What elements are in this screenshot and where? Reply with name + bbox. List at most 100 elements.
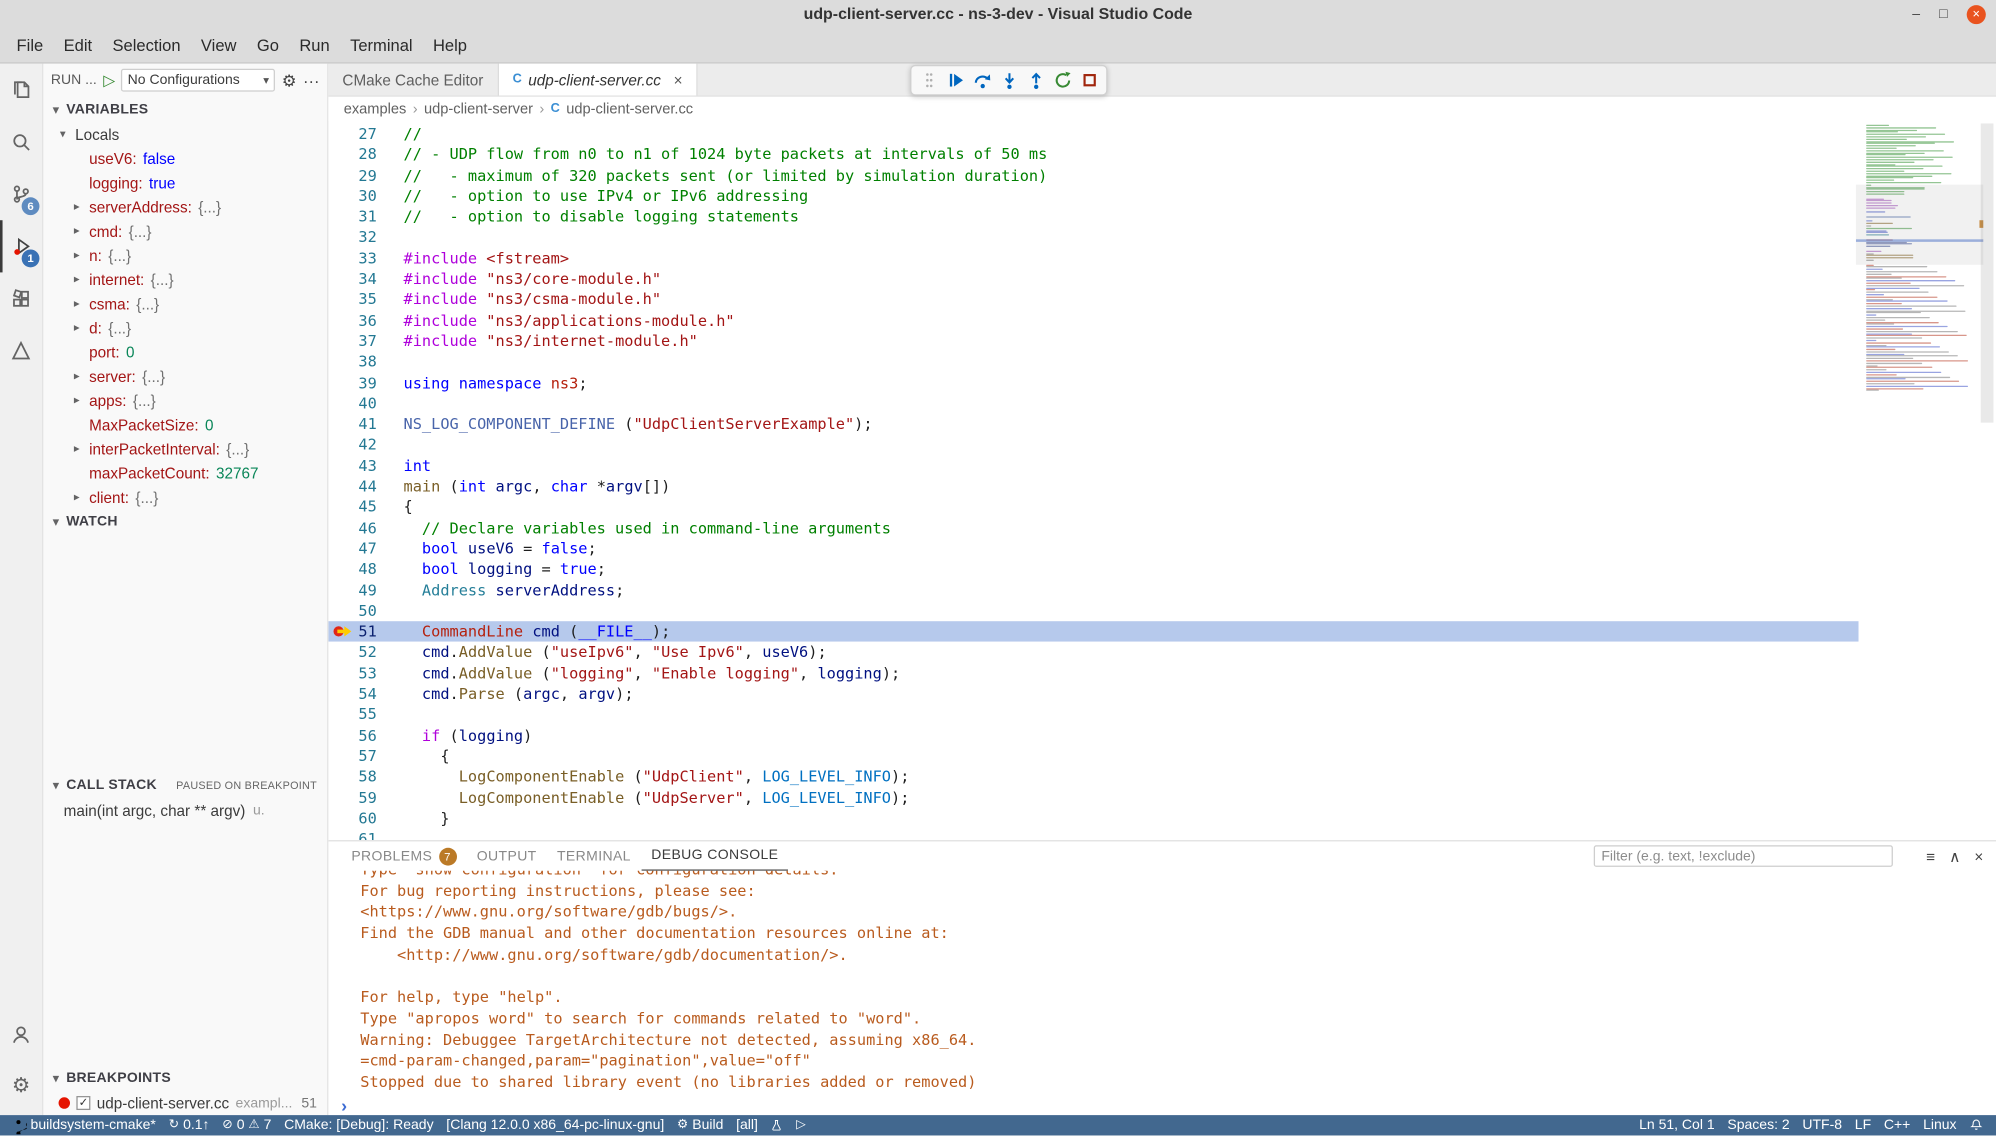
breakpoint-checkbox[interactable]: ✓ bbox=[76, 1096, 90, 1110]
code-line[interactable]: 59 LogComponentEnable ("UdpServer", LOG_… bbox=[328, 787, 1858, 808]
code-line[interactable]: 61 bbox=[328, 829, 1858, 840]
cmake-status[interactable]: CMake: [Debug]: Ready bbox=[278, 1115, 440, 1135]
code-line[interactable]: 29// - maximum of 320 packets sent (or l… bbox=[328, 165, 1858, 186]
code-line[interactable]: 38 bbox=[328, 352, 1858, 373]
tab-debug-console[interactable]: DEBUG CONSOLE bbox=[641, 841, 789, 870]
activity-source-control[interactable]: 6 bbox=[0, 168, 42, 220]
call-stack-frame[interactable]: main(int argc, char ** argv) u. bbox=[43, 798, 327, 822]
breadcrumb-item-examples[interactable]: examples bbox=[344, 101, 407, 116]
code-line[interactable]: 42 bbox=[328, 435, 1858, 456]
sync-status[interactable]: ↻ 0.1↑ bbox=[162, 1115, 216, 1135]
minimap[interactable] bbox=[1861, 121, 1978, 840]
code-line[interactable]: 53 cmd.AddValue ("logging", "Enable logg… bbox=[328, 663, 1858, 684]
code-line[interactable]: 36#include "ns3/applications-module.h" bbox=[328, 310, 1858, 331]
close-panel-icon[interactable]: × bbox=[1974, 847, 1983, 865]
debug-config-dropdown[interactable]: No Configurations ▾ bbox=[121, 69, 275, 92]
step-out-button[interactable] bbox=[1022, 67, 1049, 92]
code-line[interactable]: 57 { bbox=[328, 746, 1858, 767]
code-line[interactable]: 46 // Declare variables used in command-… bbox=[328, 518, 1858, 539]
code-line[interactable]: 48 bool logging = true; bbox=[328, 559, 1858, 580]
code-line[interactable]: 54 cmd.Parse (argc, argv); bbox=[328, 684, 1858, 705]
code-line[interactable]: 45{ bbox=[328, 497, 1858, 518]
variable-row[interactable]: ▸apps:{...} bbox=[43, 388, 327, 412]
code-line[interactable]: 35#include "ns3/csma-module.h" bbox=[328, 289, 1858, 310]
cmake-launch-button[interactable]: ▷ bbox=[790, 1115, 813, 1135]
code-line[interactable]: 55 bbox=[328, 704, 1858, 725]
code-line[interactable]: 56 if (logging) bbox=[328, 725, 1858, 746]
variable-row[interactable]: ▸client:{...} bbox=[43, 485, 327, 509]
variable-row[interactable]: logging:true bbox=[43, 171, 327, 195]
menu-help[interactable]: Help bbox=[423, 28, 477, 62]
menu-go[interactable]: Go bbox=[247, 28, 289, 62]
minimap-viewport[interactable] bbox=[1856, 185, 1983, 265]
close-window-icon[interactable]: × bbox=[1967, 4, 1986, 23]
activity-cmake[interactable] bbox=[0, 325, 42, 377]
console-input-row[interactable]: › bbox=[328, 1093, 1996, 1115]
paused-breakpoint-icon[interactable] bbox=[332, 623, 352, 641]
eol-setting[interactable]: LF bbox=[1848, 1118, 1877, 1133]
code-editor[interactable]: 27//28// - UDP flow from n0 to n1 of 102… bbox=[328, 121, 1996, 840]
clear-console-icon[interactable]: ≡ bbox=[1926, 847, 1935, 865]
cmake-build-button[interactable]: ⚙ Build bbox=[671, 1115, 730, 1135]
code-line[interactable]: 49 Address serverAddress; bbox=[328, 580, 1858, 601]
activity-extensions[interactable] bbox=[0, 272, 42, 324]
menu-file[interactable]: File bbox=[6, 28, 53, 62]
code-line[interactable]: 31// - option to disable logging stateme… bbox=[328, 206, 1858, 227]
activity-account[interactable] bbox=[0, 1008, 42, 1060]
code-line[interactable]: 44main (int argc, char *argv[]) bbox=[328, 476, 1858, 497]
code-line[interactable]: 58 LogComponentEnable ("UdpClient", LOG_… bbox=[328, 767, 1858, 788]
menu-edit[interactable]: Edit bbox=[53, 28, 102, 62]
remote-os[interactable]: Linux bbox=[1917, 1118, 1963, 1133]
menu-view[interactable]: View bbox=[191, 28, 247, 62]
tab-udp-client-server[interactable]: C udp-client-server.cc × bbox=[499, 64, 698, 96]
code-line[interactable]: 47 bool useV6 = false; bbox=[328, 538, 1858, 559]
code-line[interactable]: 27// bbox=[328, 123, 1858, 144]
tab-output[interactable]: OUTPUT bbox=[467, 841, 547, 870]
variable-row[interactable]: ▸d:{...} bbox=[43, 316, 327, 340]
variables-section-header[interactable]: ▾ VARIABLES bbox=[43, 97, 327, 122]
step-into-button[interactable] bbox=[995, 67, 1022, 92]
code-line[interactable]: 43int bbox=[328, 455, 1858, 476]
menu-run[interactable]: Run bbox=[289, 28, 340, 62]
breadcrumb-item-file[interactable]: udp-client-server.cc bbox=[566, 101, 693, 116]
close-tab-icon[interactable]: × bbox=[674, 71, 683, 89]
code-line[interactable]: 33#include <fstream> bbox=[328, 248, 1858, 269]
activity-explorer[interactable] bbox=[0, 64, 42, 116]
restart-button[interactable] bbox=[1049, 67, 1076, 92]
variable-row[interactable]: useV6:false bbox=[43, 146, 327, 170]
cmake-kit[interactable]: [Clang 12.0.0 x86_64-pc-linux-gnu] bbox=[440, 1115, 671, 1135]
tab-cmake-cache-editor[interactable]: CMake Cache Editor bbox=[328, 64, 498, 96]
encoding-setting[interactable]: UTF-8 bbox=[1796, 1118, 1848, 1133]
locals-scope-row[interactable]: ▾ Locals bbox=[43, 122, 327, 146]
breadcrumb-item-folder[interactable]: udp-client-server bbox=[424, 101, 533, 116]
code-line[interactable]: 40 bbox=[328, 393, 1858, 414]
call-stack-section-header[interactable]: ▾ CALL STACK PAUSED ON BREAKPOINT bbox=[43, 773, 327, 798]
variable-row[interactable]: maxPacketCount:32767 bbox=[43, 461, 327, 485]
git-branch-status[interactable]: ox="0 0 16 16" data-name="branch-icon" d… bbox=[6, 1115, 162, 1135]
variable-row[interactable]: ▸interPacketInterval:{...} bbox=[43, 437, 327, 461]
variable-row[interactable]: ▸internet:{...} bbox=[43, 267, 327, 291]
continue-button[interactable] bbox=[942, 67, 969, 92]
language-mode[interactable]: C++ bbox=[1877, 1118, 1916, 1133]
maximize-icon[interactable]: □ bbox=[1939, 0, 1947, 28]
breakpoint-row[interactable]: ✓ udp-client-server.cc exampl... 51 bbox=[43, 1091, 327, 1115]
activity-search[interactable] bbox=[0, 116, 42, 168]
more-actions-icon[interactable]: ··· bbox=[303, 72, 320, 89]
start-debug-icon[interactable]: ▷ bbox=[103, 73, 115, 88]
notifications-button[interactable] bbox=[1963, 1118, 1990, 1133]
variable-row[interactable]: ▸cmd:{...} bbox=[43, 219, 327, 243]
code-line[interactable]: 39using namespace ns3; bbox=[328, 372, 1858, 393]
code-line[interactable]: 52 cmd.AddValue ("useIpv6", "Use Ipv6", … bbox=[328, 642, 1858, 663]
problems-status[interactable]: ⊘ 0 ⚠ 7 bbox=[216, 1115, 278, 1135]
scrollbar-thumb[interactable] bbox=[1981, 123, 1994, 422]
cmake-test-button[interactable] bbox=[764, 1115, 789, 1135]
menu-selection[interactable]: Selection bbox=[102, 28, 190, 62]
activity-settings[interactable]: ⚙ bbox=[0, 1060, 42, 1112]
variable-row[interactable]: ▸server:{...} bbox=[43, 364, 327, 388]
variable-row[interactable]: MaxPacketSize:0 bbox=[43, 412, 327, 436]
menu-terminal[interactable]: Terminal bbox=[340, 28, 423, 62]
code-line[interactable]: 32 bbox=[328, 227, 1858, 248]
code-line[interactable]: 50 bbox=[328, 601, 1858, 622]
variable-row[interactable]: ▸n:{...} bbox=[43, 243, 327, 267]
watch-section-header[interactable]: ▾ WATCH bbox=[43, 509, 327, 534]
